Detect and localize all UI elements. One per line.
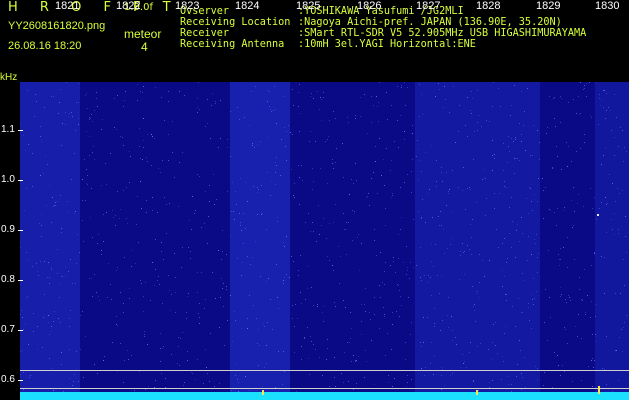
- meteor-spike: [598, 386, 600, 394]
- minute-label: 1824: [235, 0, 260, 12]
- y-tick: [18, 180, 23, 181]
- station-row-location: Receiving Location:Nagoya Aichi-pref. JA…: [180, 17, 562, 28]
- minute-label: 1822: [116, 0, 141, 12]
- minute-label: 1829: [536, 0, 561, 12]
- noise-band: [20, 82, 80, 400]
- y-tick-label: 0.7: [1, 324, 15, 335]
- meteor-echo: [597, 214, 599, 216]
- y-tick: [18, 330, 23, 331]
- app-title: H R O F F T: [8, 0, 180, 15]
- spectrogram-plot: [20, 82, 629, 400]
- station-row-receiver: Receiver:SMart RTL-SDR V5 52.905MHz USB …: [180, 28, 587, 39]
- y-tick: [18, 230, 23, 231]
- minute-label: 1823: [175, 0, 200, 12]
- capture-datetime: 26.08.16 18:20: [8, 40, 82, 52]
- minute-label: 1827: [416, 0, 441, 12]
- station-row-antenna: Receiving Antenna:10mH 3el.YAGI Horizont…: [180, 39, 476, 50]
- y-tick-label: 0.8: [1, 274, 15, 285]
- minute-label: 1825: [296, 0, 321, 12]
- y-tick: [18, 130, 23, 131]
- minute-label: 1828: [476, 0, 501, 12]
- minute-label: 1821: [55, 0, 80, 12]
- meteor-spike: [476, 390, 478, 395]
- minute-label: 1830: [595, 0, 620, 12]
- signal-baseline: [20, 392, 629, 400]
- meteor-spike: [262, 390, 264, 395]
- y-tick-label: 0.6: [1, 374, 15, 385]
- meteor-label: meteor: [124, 27, 162, 41]
- y-tick: [18, 380, 23, 381]
- noise-band: [595, 82, 629, 400]
- image-filename: YY2608161820.png: [8, 20, 106, 32]
- y-tick: [18, 280, 23, 281]
- station-info: Ovserver:YOSHIKAWA Yasufumi /JG2MLI Rece…: [180, 6, 586, 50]
- y-tick-label: 1.1: [1, 124, 15, 135]
- y-tick-label: 1.0: [1, 174, 15, 185]
- minute-label: 1826: [357, 0, 382, 12]
- meteor-count: 4: [141, 40, 148, 54]
- marker-line: [20, 370, 629, 371]
- noise-band: [230, 82, 290, 400]
- marker-line: [20, 388, 629, 389]
- y-tick-label: 0.9: [1, 224, 15, 235]
- y-axis-unit: kHz: [0, 72, 18, 83]
